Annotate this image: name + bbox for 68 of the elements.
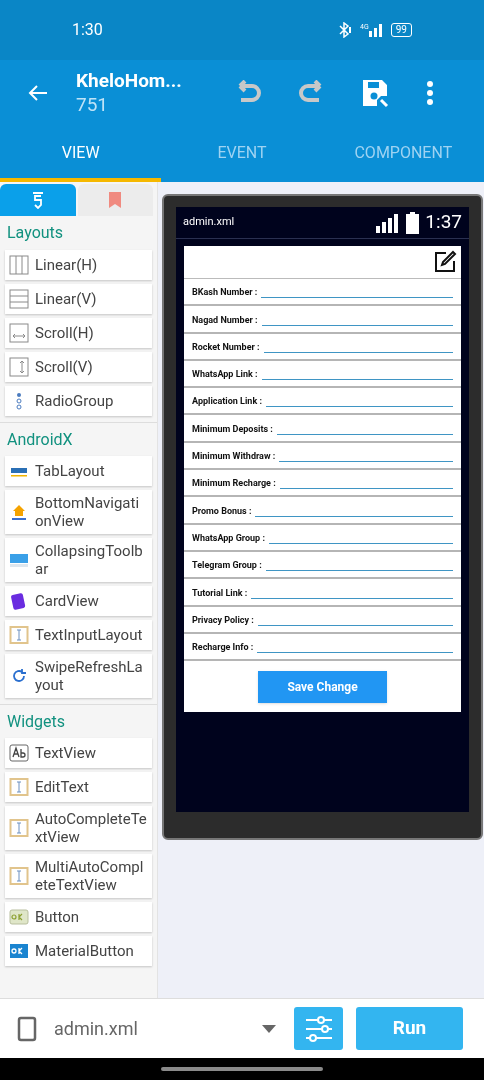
- phone-outline-icon: [17, 1015, 37, 1042]
- palette-item[interactable]: EditText: [5, 772, 152, 802]
- field-label: Nagad Number :: [192, 313, 258, 326]
- field-label: Recharge Info :: [192, 641, 254, 654]
- preview-time: 1:37: [425, 209, 462, 236]
- horizontal-scroll-icon: [9, 323, 29, 343]
- caret-icon: [262, 1024, 276, 1033]
- home-icon: [9, 502, 29, 522]
- section-heading: Layouts: [7, 222, 64, 244]
- text-icon: [9, 743, 29, 763]
- field-label: Application Link :: [192, 395, 262, 408]
- edit-icon: [433, 250, 457, 274]
- palette-item[interactable]: Scroll(V): [5, 352, 152, 382]
- field-label: Minimum Deposits :: [192, 422, 273, 435]
- widgets-tab[interactable]: [0, 184, 76, 216]
- field-label: Minimum Withdraw :: [192, 450, 276, 463]
- signal-icon: [368, 23, 383, 37]
- battery-level: 99: [390, 23, 412, 37]
- palette-item[interactable]: MultiAutoCompleteTextView: [5, 854, 152, 898]
- palette-item[interactable]: Scroll(H): [5, 318, 152, 348]
- preview-file-name: admin.xml: [183, 214, 235, 231]
- palette-item[interactable]: BottomNavigationView: [5, 490, 152, 534]
- rows-icon: [9, 289, 29, 309]
- text-cursor-icon: [9, 818, 29, 838]
- palette-item[interactable]: MaterialButton: [5, 936, 152, 966]
- columns-icon: [9, 255, 29, 275]
- text-cursor-icon: [9, 625, 29, 645]
- text-cursor-icon: [9, 777, 29, 797]
- field-label: Telegram Group :: [192, 559, 262, 572]
- palette-item[interactable]: SwipeRefreshLayout: [5, 654, 152, 698]
- field-label: WhatsApp Group :: [192, 531, 265, 544]
- bookmark-icon: [109, 192, 122, 208]
- project-title: KheloHom...: [76, 68, 183, 93]
- palette-item[interactable]: RadioGroup: [5, 386, 152, 416]
- palette-item[interactable]: Linear(H): [5, 250, 152, 280]
- palette-item[interactable]: CardView: [5, 586, 152, 616]
- palette-item[interactable]: CollapsingToolbar: [5, 538, 152, 582]
- field-label: Minimum Recharge :: [192, 477, 276, 490]
- field-label: BKash Number :: [192, 286, 258, 299]
- field-label: Tutorial Link :: [192, 586, 248, 599]
- project-id: 751: [76, 92, 110, 117]
- field-label: Privacy Policy :: [192, 613, 254, 626]
- field-label: Promo Bonus :: [192, 504, 252, 517]
- palette-item[interactable]: AutoCompleteTextView: [5, 806, 152, 850]
- battery-icon: [406, 211, 420, 234]
- palette-item[interactable]: Linear(V): [5, 284, 152, 314]
- signal-icon: [376, 212, 401, 233]
- ok-icon: [9, 907, 29, 927]
- ok-icon: [9, 941, 29, 961]
- vertical-scroll-icon: [9, 357, 29, 377]
- palette-item[interactable]: TextView: [5, 738, 152, 768]
- more-icon: [426, 79, 434, 106]
- palette-item[interactable]: Button: [5, 902, 152, 932]
- bookmarks-tab[interactable]: [77, 184, 153, 216]
- status-time: 1:30: [72, 19, 103, 41]
- sliders-icon: [304, 1015, 333, 1042]
- settings-button[interactable]: [294, 1007, 343, 1050]
- text-cursor-icon: [9, 866, 29, 886]
- bluetooth-icon: [338, 22, 353, 38]
- section-heading: AndroidX: [7, 428, 73, 451]
- section-heading: Widgets: [7, 710, 66, 733]
- file-dropdown[interactable]: admin.xml: [54, 1015, 280, 1042]
- field-label: Rocket Number :: [192, 340, 260, 353]
- save-icon: [361, 77, 391, 108]
- widget-list-icon: [31, 191, 44, 209]
- palette-item[interactable]: TabLayout: [5, 456, 152, 486]
- field-label: WhatsApp Link :: [192, 368, 258, 381]
- palette-item[interactable]: TextInputLayout: [5, 620, 152, 650]
